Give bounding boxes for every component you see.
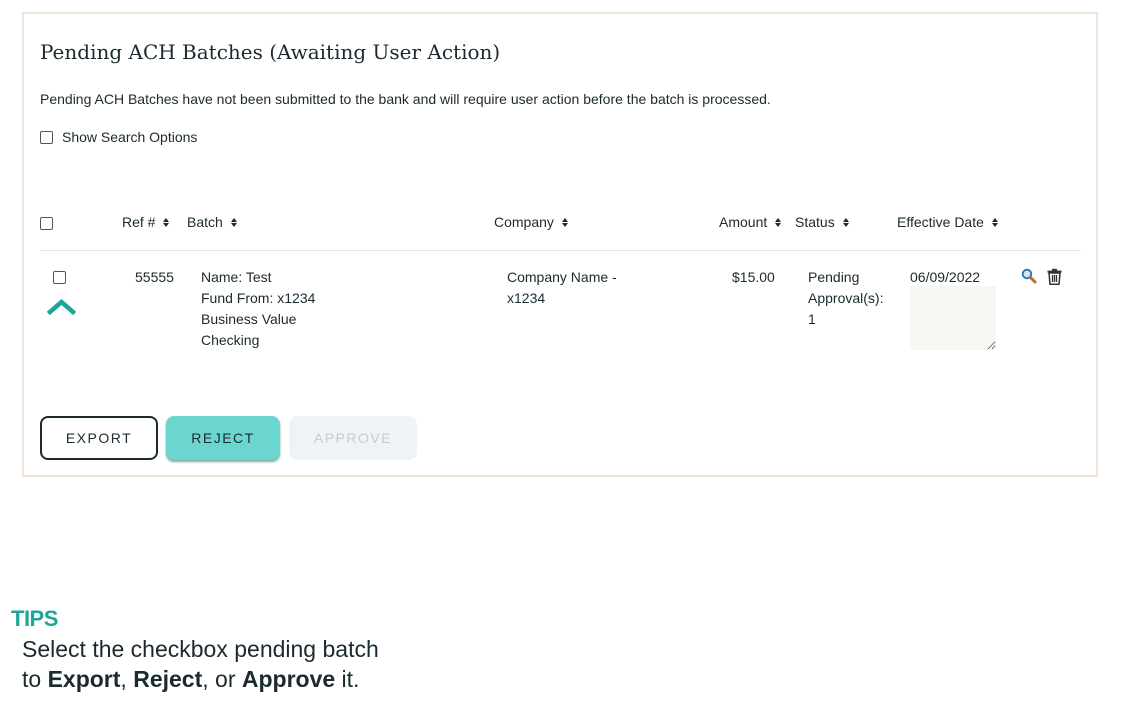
select-all-checkbox[interactable] [40,217,53,230]
magnifier-icon[interactable] [1021,268,1037,284]
pending-batches-panel [22,12,1098,477]
sort-icon [842,217,849,227]
show-search-options[interactable]: Show Search Options [40,129,197,145]
effective-date-cell: 06/09/2022 [910,269,981,285]
ref-cell: 55555 [135,269,174,285]
tips-text: to [22,666,48,692]
trash-icon[interactable] [1047,268,1062,285]
sort-icon [991,217,998,227]
column-label-batch: Batch [187,214,223,230]
effective-date-note-field[interactable] [910,286,996,350]
sort-icon [163,217,170,227]
column-header-company[interactable]: Company [494,214,568,230]
column-header-amount[interactable]: Amount [719,214,782,230]
column-label-status: Status [795,214,835,230]
tips-body: Select the checkbox pending batch to Exp… [22,634,379,694]
batch-name: Name: Test [201,269,272,285]
show-search-options-label: Show Search Options [62,129,198,145]
tips-line-1: Select the checkbox pending batch [22,636,379,662]
batch-account-kind: Checking [201,332,260,348]
tips-text: , or [202,666,242,692]
batch-account-type: Business Value [201,311,297,327]
chevron-up-icon[interactable] [47,298,76,315]
amount-cell: $15.00 [732,269,775,285]
export-button[interactable]: EXPORT [40,416,158,460]
show-search-options-checkbox[interactable] [40,130,53,144]
row-select-checkbox[interactable] [53,271,66,284]
batch-cell: Name: Test Fund From: x1234 Business Val… [201,267,315,351]
column-header-batch[interactable]: Batch [187,214,237,230]
sort-icon [230,217,237,227]
status-line: Approval(s): [808,290,884,306]
company-cell: Company Name - x1234 [507,267,617,309]
column-label-effective-date: Effective Date [897,214,984,230]
status-cell: Pending Approval(s): 1 [808,267,883,330]
tips-text: , [120,666,134,692]
approve-button[interactable]: APPROVE [289,416,417,460]
panel-description: Pending ACH Batches have not been submit… [40,91,771,107]
company-name: Company Name - [507,269,617,285]
tips-approve: Approve [241,666,336,692]
tips-title: TIPS [11,606,58,631]
status-line: 1 [808,311,816,327]
company-account: x1234 [507,290,546,306]
column-header-status[interactable]: Status [795,214,849,230]
column-header-effective-date[interactable]: Effective Date [897,214,998,230]
column-label-company: Company [494,214,554,230]
column-header-ref[interactable]: Ref # [122,214,170,230]
tips-export: Export [47,666,121,692]
page-title: Pending ACH Batches (Awaiting User Actio… [40,40,501,64]
column-label-ref: Ref # [122,214,156,230]
sort-icon [561,217,568,227]
tips-text: it. [335,666,360,692]
header-divider [40,250,1081,251]
column-label-amount: Amount [719,214,768,230]
batch-fund-from: Fund From: x1234 [201,290,316,306]
reject-button[interactable]: REJECT [166,416,280,460]
sort-icon [775,217,782,227]
tips-line-2: to Export, Reject, or Approve it. [22,664,379,694]
status-line: Pending [808,269,860,285]
tips-reject: Reject [133,666,203,692]
